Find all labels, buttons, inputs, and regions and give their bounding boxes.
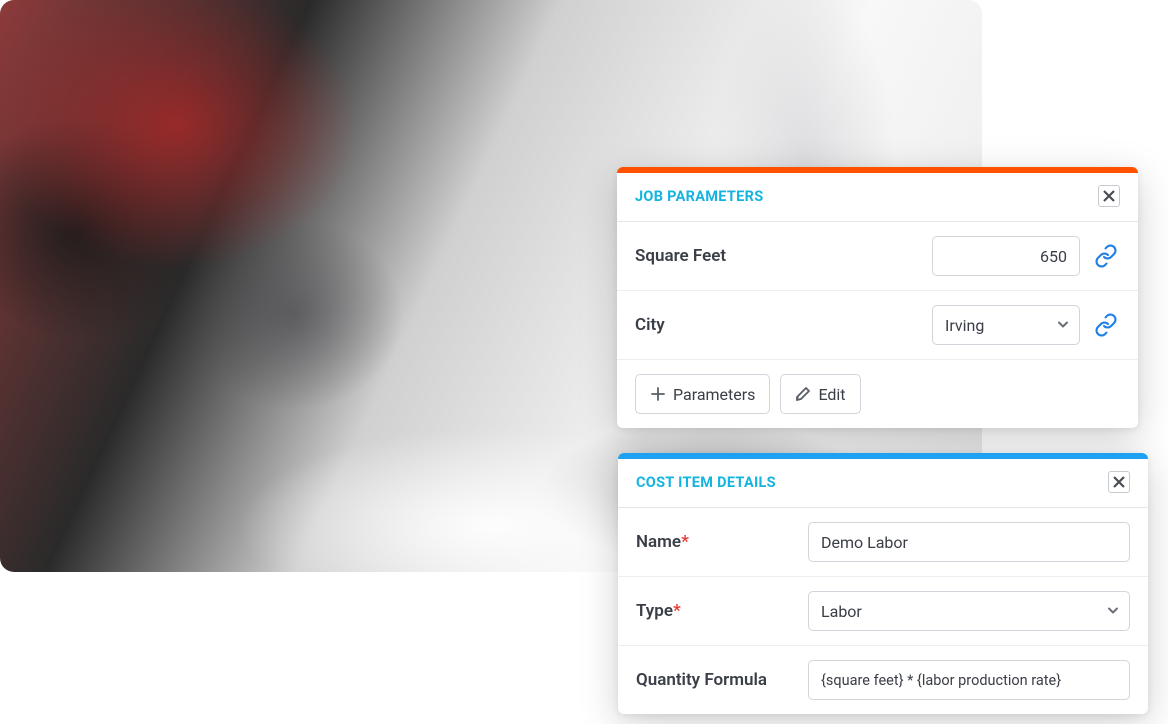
name-label-text: Name xyxy=(636,532,681,552)
type-row: Type* xyxy=(618,577,1148,646)
add-parameters-button[interactable]: Parameters xyxy=(635,374,770,414)
quantity-formula-label: Quantity Formula xyxy=(636,670,796,690)
edit-label: Edit xyxy=(818,385,845,404)
link-icon xyxy=(1094,313,1118,337)
name-label: Name* xyxy=(636,532,796,552)
edit-icon xyxy=(795,386,811,402)
required-asterisk: * xyxy=(673,601,681,621)
cost-item-details-title: COST ITEM DETAILS xyxy=(636,474,776,491)
type-label-text: Type xyxy=(636,601,673,621)
plus-icon xyxy=(650,386,666,402)
type-select[interactable] xyxy=(808,591,1130,631)
square-feet-input[interactable] xyxy=(932,236,1080,276)
square-feet-label: Square Feet xyxy=(635,246,920,266)
job-parameters-panel: JOB PARAMETERS Square Feet City Paramete… xyxy=(617,167,1138,428)
job-parameters-title: JOB PARAMETERS xyxy=(635,188,763,205)
city-row: City xyxy=(617,291,1138,360)
job-parameters-actions: Parameters Edit xyxy=(617,360,1138,428)
panel-header: JOB PARAMETERS xyxy=(617,173,1138,222)
square-feet-row: Square Feet xyxy=(617,222,1138,291)
close-button[interactable] xyxy=(1098,185,1120,207)
city-select-value[interactable] xyxy=(932,305,1080,345)
cost-item-details-panel: COST ITEM DETAILS Name* Type* Quantity F… xyxy=(618,453,1148,714)
close-button[interactable] xyxy=(1108,471,1130,493)
type-label: Type* xyxy=(636,601,796,621)
close-icon xyxy=(1103,190,1115,202)
edit-button[interactable]: Edit xyxy=(780,374,860,414)
add-parameters-label: Parameters xyxy=(673,385,755,404)
panel-header: COST ITEM DETAILS xyxy=(618,459,1148,508)
name-row: Name* xyxy=(618,508,1148,577)
quantity-formula-input[interactable] xyxy=(808,660,1130,700)
city-select[interactable] xyxy=(932,305,1080,345)
link-button[interactable] xyxy=(1092,311,1120,339)
name-input[interactable] xyxy=(808,522,1130,562)
close-icon xyxy=(1113,476,1125,488)
link-icon xyxy=(1094,244,1118,268)
quantity-formula-row: Quantity Formula xyxy=(618,646,1148,714)
city-label: City xyxy=(635,315,920,335)
required-asterisk: * xyxy=(681,532,689,552)
type-select-value[interactable] xyxy=(808,591,1130,631)
link-button[interactable] xyxy=(1092,242,1120,270)
